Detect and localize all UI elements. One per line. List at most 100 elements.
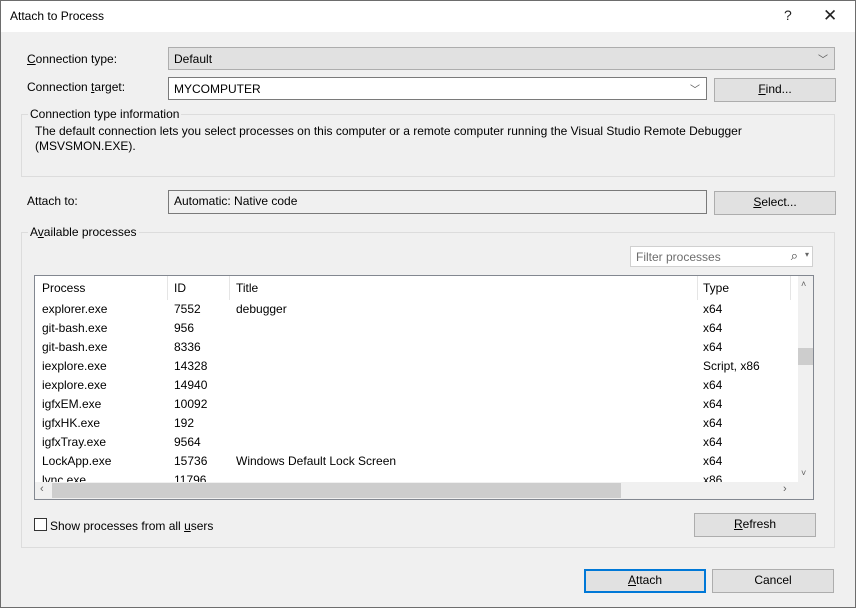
title-bar: Attach to Process ? ✕ xyxy=(1,1,855,32)
cell-id: 15736 xyxy=(174,454,208,468)
cell-type: x64 xyxy=(703,435,723,449)
column-separator[interactable] xyxy=(167,276,168,300)
button-label: ind... xyxy=(765,82,792,96)
cell-title: Windows Default Lock Screen xyxy=(236,454,397,468)
list-header: Process ID Title Type xyxy=(35,276,798,300)
horizontal-scroll-thumb[interactable] xyxy=(52,483,621,498)
scroll-up-icon[interactable]: ˄ xyxy=(801,279,806,289)
vertical-scrollbar[interactable]: ˄ ˅ xyxy=(798,276,813,482)
cell-type: x64 xyxy=(703,321,723,335)
mnemonic: C xyxy=(27,52,36,66)
process-row[interactable]: LockApp.exe 15736 Windows Default Lock Scr… xyxy=(35,452,798,471)
filter-placeholder: Filter processes xyxy=(636,250,721,264)
button-label: elect... xyxy=(761,195,797,209)
dropdown-arrow-icon[interactable]: ▾ xyxy=(805,250,809,259)
cell-process: iexplore.exe xyxy=(42,378,107,392)
connection-type-dropdown[interactable]: Default ﹀ xyxy=(168,47,835,70)
label-text: Connection xyxy=(27,80,92,94)
connection-target-label: Connection target: xyxy=(27,80,125,94)
process-row[interactable]: explorer.exe 7552 debugger x64 xyxy=(35,300,798,319)
scroll-right-icon[interactable]: › xyxy=(783,483,787,495)
connection-target-combobox[interactable]: MYCOMPUTER ﹀ xyxy=(168,77,707,100)
cell-id: 7552 xyxy=(174,302,201,316)
cell-process: git-bash.exe xyxy=(42,340,108,354)
filter-processes-input[interactable]: Filter processes ⌕ ▾ xyxy=(630,246,813,267)
chevron-down-icon: ﹀ xyxy=(818,55,828,66)
connection-info-text: The default connection lets you select p… xyxy=(35,124,742,153)
label-text: Show processes from all xyxy=(50,519,185,533)
show-all-users-label[interactable]: Show processes from all users xyxy=(50,519,213,533)
refresh-button[interactable]: Refresh xyxy=(694,513,816,537)
cell-id: 8336 xyxy=(174,340,201,354)
vertical-scroll-thumb[interactable] xyxy=(798,348,813,365)
mnemonic: A xyxy=(627,573,636,587)
button-label: efresh xyxy=(742,517,777,531)
cell-process: igfxHK.exe xyxy=(42,416,101,430)
show-all-users-checkbox[interactable] xyxy=(34,518,47,531)
attach-to-field: Automatic: Native code xyxy=(168,190,707,214)
available-processes-legend: Available processes xyxy=(28,225,139,239)
connection-target-value[interactable]: MYCOMPUTER xyxy=(174,82,261,96)
connection-info-legend: Connection type information xyxy=(28,107,182,121)
connection-type-value: Default xyxy=(174,52,213,66)
process-row[interactable]: git-bash.exe 8336 x64 xyxy=(35,338,798,357)
cell-id: 956 xyxy=(174,321,195,335)
cell-type: x64 xyxy=(703,302,723,316)
column-separator[interactable] xyxy=(697,276,698,300)
cell-type: Script, x86 xyxy=(703,359,760,373)
label-text: arget: xyxy=(94,80,126,94)
column-header-process[interactable]: Process xyxy=(42,281,85,295)
mnemonic: F xyxy=(758,82,766,96)
button-label: ttach xyxy=(636,573,663,587)
process-row[interactable]: igfxEM.exe 10092 x64 xyxy=(35,395,798,414)
column-header-title[interactable]: Title xyxy=(236,281,258,295)
column-header-id[interactable]: ID xyxy=(174,281,186,295)
cell-type: x64 xyxy=(703,378,723,392)
cell-process: iexplore.exe xyxy=(42,359,107,373)
cell-id: 9564 xyxy=(174,435,201,449)
column-header-type[interactable]: Type xyxy=(703,281,729,295)
legend-text: A xyxy=(30,225,38,239)
close-icon[interactable]: ✕ xyxy=(823,6,837,26)
search-icon[interactable]: ⌕ xyxy=(791,248,798,264)
cell-type: x64 xyxy=(703,340,723,354)
scroll-down-icon[interactable]: ˅ xyxy=(801,468,806,478)
cell-id: 192 xyxy=(174,416,195,430)
cell-process: git-bash.exe xyxy=(42,321,108,335)
attach-to-label: Attach to: xyxy=(27,194,78,208)
label-text: onnection type: xyxy=(35,52,118,66)
dialog-title: Attach to Process xyxy=(10,9,105,23)
attach-button[interactable]: Attach xyxy=(584,569,706,593)
help-icon[interactable]: ? xyxy=(784,7,792,23)
cell-id: 14940 xyxy=(174,378,208,392)
column-separator[interactable] xyxy=(790,276,791,300)
mnemonic: R xyxy=(733,517,743,531)
cell-title: debugger xyxy=(236,302,287,316)
cancel-button[interactable]: Cancel xyxy=(712,569,834,593)
legend-text: ailable processes xyxy=(43,225,137,239)
cell-id: 14328 xyxy=(174,359,208,373)
label-text: sers xyxy=(190,519,214,533)
process-row[interactable]: igfxTray.exe 9564 x64 xyxy=(35,433,798,452)
connection-type-label: Connection type: xyxy=(27,52,117,66)
mnemonic: u xyxy=(184,519,191,533)
process-row[interactable]: iexplore.exe 14940 x64 xyxy=(35,376,798,395)
cell-process: explorer.exe xyxy=(42,302,108,316)
cell-process: igfxEM.exe xyxy=(42,397,102,411)
cell-id: 10092 xyxy=(174,397,208,411)
chevron-down-icon[interactable]: ﹀ xyxy=(690,81,700,96)
find-button[interactable]: Find... xyxy=(714,78,836,102)
cell-type: x64 xyxy=(703,397,723,411)
select-button[interactable]: Select... xyxy=(714,191,836,215)
process-row[interactable]: igfxHK.exe 192 x64 xyxy=(35,414,798,433)
cell-type: x64 xyxy=(703,454,723,468)
horizontal-scrollbar[interactable]: ‹ › xyxy=(35,482,813,499)
cell-process: LockApp.exe xyxy=(42,454,112,468)
scroll-left-icon[interactable]: ‹ xyxy=(40,483,44,495)
attach-to-process-dialog: Attach to Process ? ✕ Connection type: D… xyxy=(0,0,856,608)
column-separator[interactable] xyxy=(229,276,230,300)
process-row[interactable]: iexplore.exe 14328 Script, x86 xyxy=(35,357,798,376)
cell-type: x64 xyxy=(703,416,723,430)
process-list[interactable]: Process ID Title Type explorer.exe 7552 de… xyxy=(34,275,814,500)
process-row[interactable]: git-bash.exe 956 x64 xyxy=(35,319,798,338)
